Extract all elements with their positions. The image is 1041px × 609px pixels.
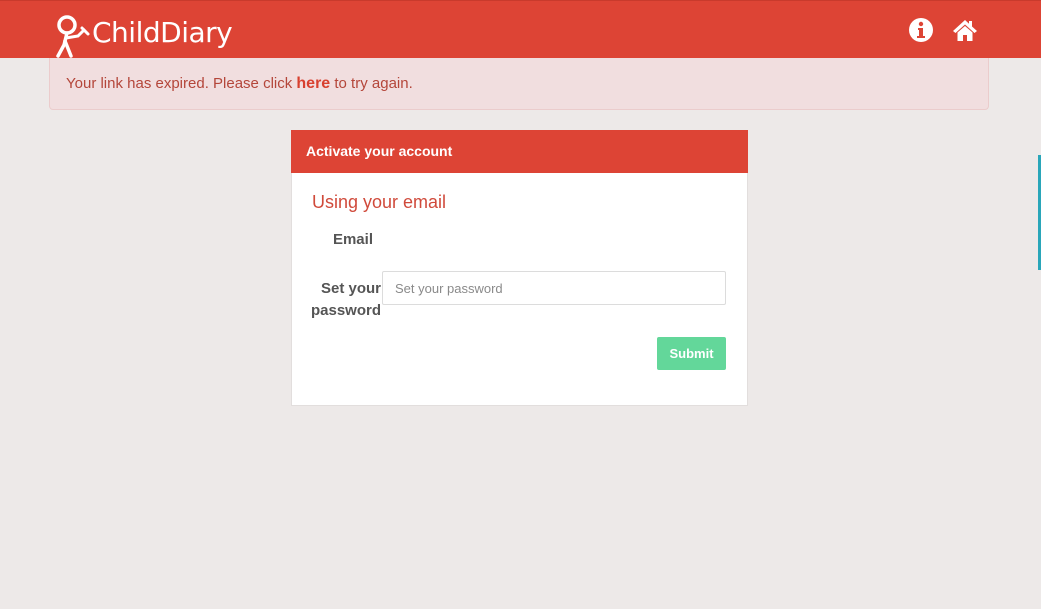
email-label: Email [332,231,373,248]
top-navbar: ChildDiary [0,0,1041,58]
childdiary-logo[interactable]: ChildDiary [54,14,233,58]
logo-text: ChildDiary [92,16,233,49]
alert-text-before: Your link has expired. Please click [66,75,297,92]
panel-heading: Activate your account [291,130,748,173]
child-figure-icon [56,15,90,58]
expired-link-alert: Your link has expired. Please click here… [49,58,989,110]
section-title: Using your email [312,192,447,212]
info-circle-icon[interactable] [908,17,934,43]
password-input[interactable] [382,271,726,305]
alert-text-after: to try again. [330,75,413,92]
activate-account-panel: Activate your account Using your email E… [291,130,748,406]
home-icon[interactable] [952,17,978,43]
submit-button[interactable]: Submit [657,337,726,370]
password-label: Set your password [310,280,381,319]
try-again-link[interactable]: here [296,75,330,92]
